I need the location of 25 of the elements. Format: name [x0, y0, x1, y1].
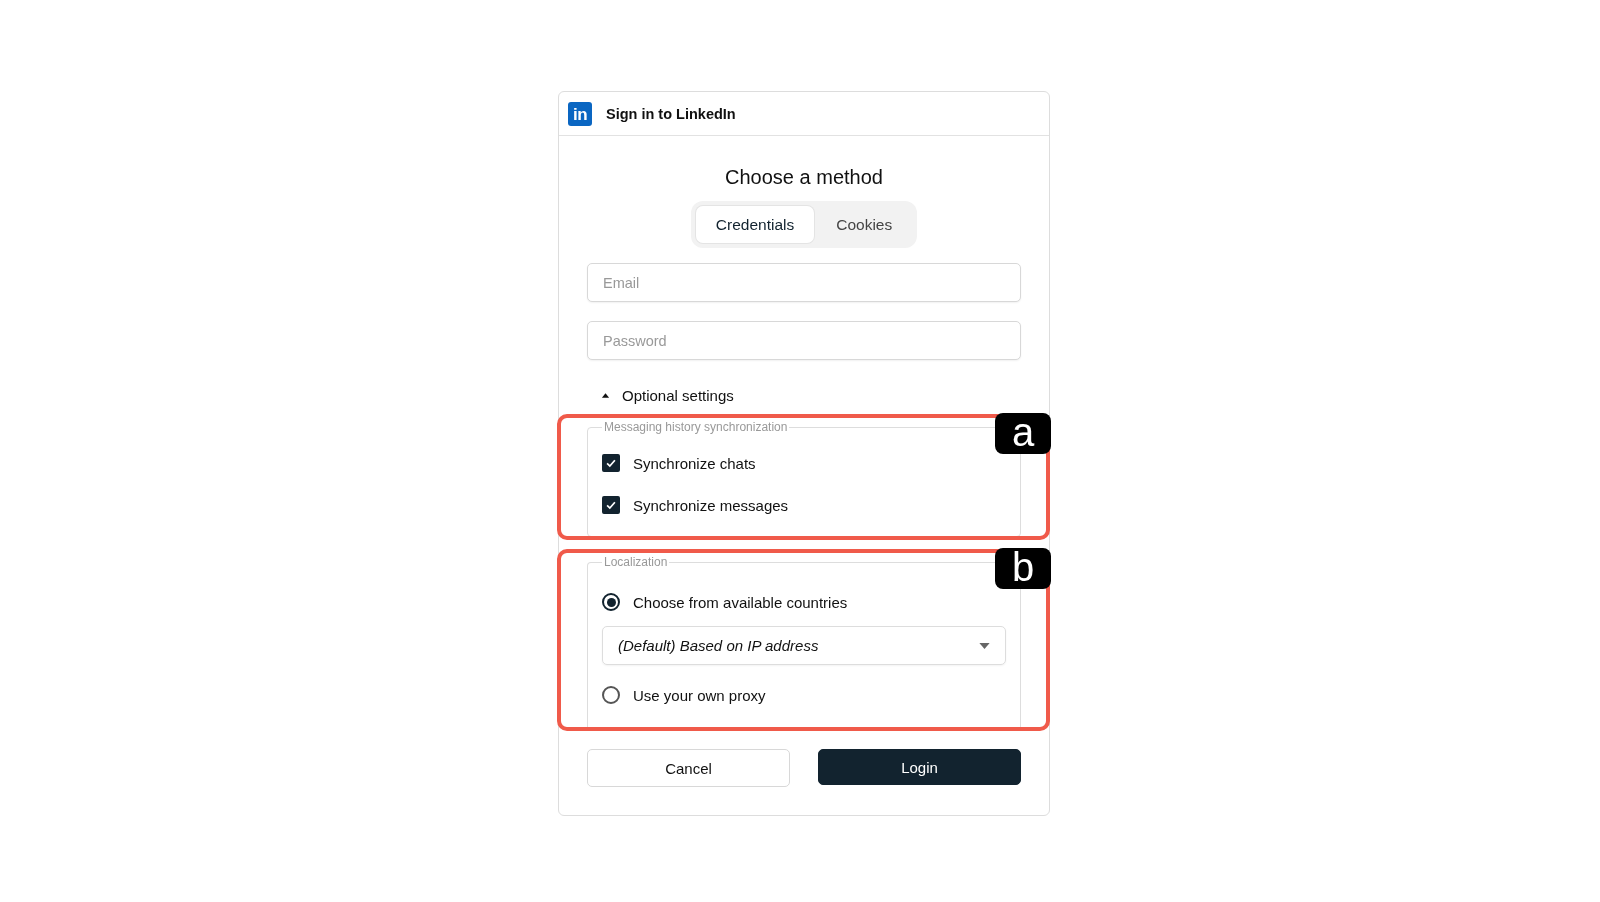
radio-button[interactable]	[602, 593, 620, 611]
window-title: Sign in to LinkedIn	[606, 105, 736, 122]
cancel-button[interactable]: Cancel	[587, 749, 790, 787]
radio-button[interactable]	[602, 686, 620, 704]
option-label: Synchronize chats	[633, 454, 756, 472]
checkbox[interactable]	[602, 496, 620, 514]
optional-settings-toggle[interactable]: Optional settings	[601, 384, 734, 406]
dialog-heading: Choose a method	[724, 165, 884, 189]
annotation-badge: b	[995, 548, 1051, 589]
annotation-badge: a	[995, 413, 1051, 454]
email-field[interactable]: Email	[587, 263, 1021, 302]
login-button[interactable]: Login	[818, 749, 1021, 785]
option-label: Use your own proxy	[633, 686, 766, 704]
tab[interactable]: Cookies	[816, 206, 913, 243]
group-legend: Localization	[602, 555, 670, 569]
group-legend: Messaging history synchronization	[602, 420, 790, 434]
caret-icon	[601, 392, 610, 398]
checkbox[interactable]	[602, 454, 620, 472]
option-label: Synchronize messages	[633, 496, 789, 514]
dropdown-caret-icon	[979, 642, 990, 649]
tab[interactable]: Credentials	[695, 206, 815, 243]
option-label: Choose from available countries	[633, 593, 848, 611]
password-field[interactable]: Password	[587, 321, 1021, 360]
country-dropdown[interactable]: (Default) Based on IP address	[602, 626, 1006, 665]
linkedin-logo-icon: in	[568, 101, 592, 126]
